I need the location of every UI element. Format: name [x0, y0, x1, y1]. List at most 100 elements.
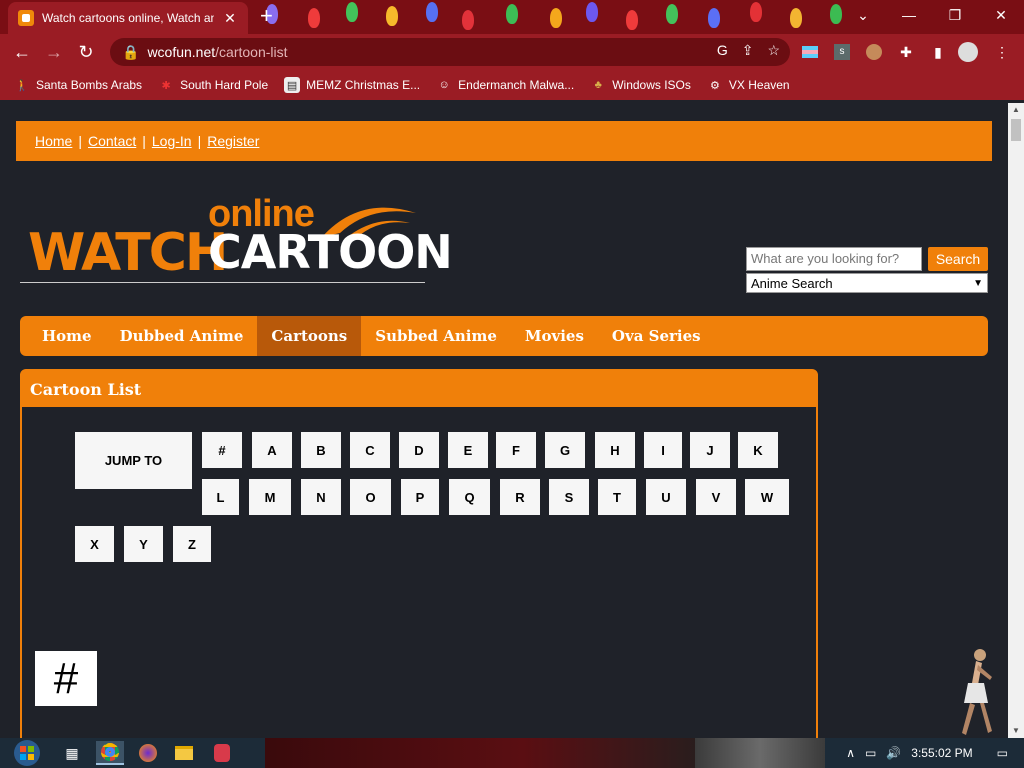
- profile-avatar-icon[interactable]: [958, 42, 978, 62]
- letter-link-c[interactable]: C: [350, 432, 390, 468]
- chevron-down-icon: ▼: [973, 277, 983, 289]
- url-text: wcofun.net/cartoon-list: [147, 44, 288, 60]
- letter-link-r[interactable]: R: [500, 479, 540, 515]
- letter-link-s[interactable]: S: [549, 479, 589, 515]
- nav-home[interactable]: Home: [28, 316, 106, 356]
- side-panel-icon[interactable]: ▮: [928, 42, 948, 62]
- browser-tab[interactable]: Watch cartoons online, Watch an ✕: [8, 2, 248, 34]
- letter-link-z[interactable]: Z: [173, 526, 211, 562]
- section-heading-hash: #: [35, 651, 97, 706]
- tab-search-icon[interactable]: ⌄: [840, 0, 886, 30]
- letter-link-e[interactable]: E: [448, 432, 488, 468]
- letter-link-n[interactable]: N: [301, 479, 341, 515]
- menu-kebab-icon[interactable]: ⋮: [992, 42, 1012, 62]
- letter-link-b[interactable]: B: [301, 432, 341, 468]
- bookmark-item[interactable]: ☺ Endermanch Malwa...: [436, 77, 575, 93]
- letter-link-y[interactable]: Y: [124, 526, 163, 562]
- letter-link-f[interactable]: F: [496, 432, 536, 468]
- letter-link-l[interactable]: L: [202, 479, 239, 515]
- flag-extension-icon[interactable]: [800, 42, 820, 62]
- title-bar: Watch cartoons online, Watch an ✕ + ⌄ — …: [0, 0, 1024, 34]
- letter-link-m[interactable]: M: [249, 479, 291, 515]
- letter-link-g[interactable]: G: [545, 432, 585, 468]
- gear-skull-icon: ⚙: [709, 79, 720, 92]
- letter-link-a[interactable]: A: [252, 432, 292, 468]
- nav-subbed-anime[interactable]: Subbed Anime: [361, 316, 511, 356]
- letter-link-o[interactable]: O: [350, 479, 391, 515]
- google-lens-icon[interactable]: G: [717, 42, 728, 59]
- site-top-bar: Home | Contact | Log-In | Register: [16, 121, 992, 161]
- page-icon: ▤: [284, 77, 301, 93]
- lock-icon: 🔒: [122, 43, 140, 60]
- top-link-contact[interactable]: Contact: [88, 133, 136, 149]
- letter-link-q[interactable]: Q: [449, 479, 490, 515]
- letter-link-h[interactable]: H: [595, 432, 635, 468]
- bookmark-item[interactable]: ✱ South Hard Pole: [158, 77, 268, 93]
- bookmark-item[interactable]: ♣ Windows ISOs: [590, 77, 691, 93]
- reload-icon[interactable]: ↻: [70, 36, 102, 68]
- bookmark-item[interactable]: 🚶 Santa Bombs Arabs: [14, 77, 142, 93]
- s-extension-icon[interactable]: s: [832, 42, 852, 62]
- file-explorer-icon[interactable]: [170, 741, 198, 765]
- minimize-button[interactable]: —: [886, 0, 932, 30]
- letter-link-t[interactable]: T: [598, 479, 636, 515]
- letter-link-v[interactable]: V: [696, 479, 736, 515]
- nav-movies[interactable]: Movies: [511, 316, 598, 356]
- task-view-icon[interactable]: ▦: [58, 741, 86, 765]
- main-nav: Home Dubbed Anime Cartoons Subbed Anime …: [20, 316, 988, 356]
- nav-dubbed-anime[interactable]: Dubbed Anime: [106, 316, 258, 356]
- search-button[interactable]: Search: [928, 247, 988, 271]
- system-tray: ∧ ▭ 🔊 3:55:02 PM ▭: [846, 738, 1024, 768]
- tab-title: Watch cartoons online, Watch an: [42, 11, 214, 25]
- show-hidden-icons-icon[interactable]: ∧: [846, 746, 855, 760]
- site-logo[interactable]: online WATCH CARTOON: [20, 193, 453, 283]
- page-viewport: Home | Contact | Log-In | Register onlin…: [0, 103, 1008, 738]
- figure-icon: ♣: [594, 79, 602, 91]
- snowflake-icon: ✱: [161, 79, 171, 92]
- top-link-register[interactable]: Register: [207, 133, 259, 149]
- app-taskbar-icon[interactable]: [208, 741, 236, 765]
- top-link-home[interactable]: Home: [35, 133, 72, 149]
- bookmark-item[interactable]: ⚙ VX Heaven: [707, 77, 790, 93]
- clock[interactable]: 3:55:02 PM: [911, 746, 972, 760]
- start-button-windows-icon[interactable]: [10, 739, 44, 767]
- search-input[interactable]: What are you looking for?: [746, 247, 922, 271]
- page-scrollbar[interactable]: ▲ ▼: [1008, 103, 1024, 738]
- volume-icon[interactable]: 🔊: [886, 746, 901, 760]
- letter-link-w[interactable]: W: [745, 479, 789, 515]
- letter-link-u[interactable]: U: [646, 479, 686, 515]
- letter-link-hash[interactable]: #: [202, 432, 242, 468]
- taskbar-wallpaper-strip: [695, 738, 825, 768]
- scroll-up-icon[interactable]: ▲: [1008, 103, 1024, 117]
- letter-link-k[interactable]: K: [738, 432, 778, 468]
- share-icon[interactable]: ⇪: [742, 42, 754, 59]
- network-icon[interactable]: ▭: [865, 746, 876, 760]
- close-tab-icon[interactable]: ✕: [222, 10, 238, 27]
- scroll-down-icon[interactable]: ▼: [1008, 724, 1024, 738]
- new-tab-button[interactable]: +: [260, 5, 273, 27]
- top-link-login[interactable]: Log-In: [152, 133, 192, 149]
- letter-link-i[interactable]: I: [644, 432, 682, 468]
- restore-button[interactable]: ❐: [932, 0, 978, 30]
- avatar-extension-icon[interactable]: [864, 42, 884, 62]
- chrome-taskbar-icon[interactable]: [96, 741, 124, 765]
- bookmark-item[interactable]: ▤ MEMZ Christmas E...: [284, 77, 420, 93]
- search-type-select[interactable]: Anime Search ▼: [746, 273, 988, 293]
- nav-ova-series[interactable]: Ova Series: [598, 316, 715, 356]
- firefox-taskbar-icon[interactable]: [134, 741, 162, 765]
- letter-link-j[interactable]: J: [690, 432, 730, 468]
- bookmark-star-icon[interactable]: ☆: [767, 42, 780, 59]
- letter-link-d[interactable]: D: [399, 432, 439, 468]
- jump-to-label: JUMP TO: [75, 432, 192, 489]
- letter-link-p[interactable]: P: [401, 479, 439, 515]
- letter-link-x[interactable]: X: [75, 526, 114, 562]
- scroll-thumb[interactable]: [1011, 119, 1021, 141]
- raccoon-icon: ☺: [438, 79, 450, 91]
- back-icon[interactable]: ←: [6, 36, 38, 68]
- extensions-puzzle-icon[interactable]: ✚: [896, 42, 916, 62]
- notifications-icon[interactable]: ▭: [997, 746, 1008, 760]
- address-bar[interactable]: 🔒 wcofun.net/cartoon-list G ⇪ ☆: [110, 38, 790, 66]
- close-window-button[interactable]: ✕: [978, 0, 1024, 30]
- forward-icon[interactable]: →: [38, 36, 70, 68]
- nav-cartoons[interactable]: Cartoons: [257, 316, 362, 356]
